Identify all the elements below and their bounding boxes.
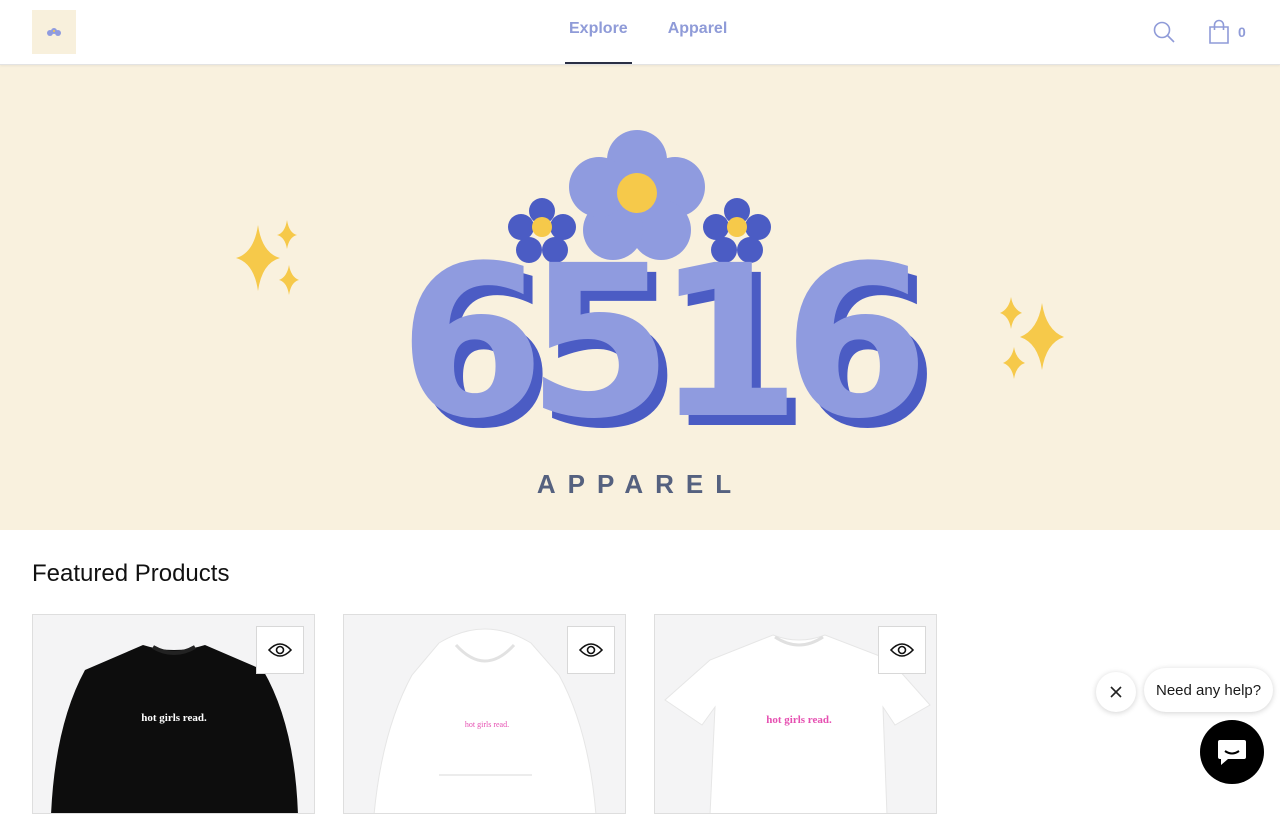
product-card[interactable]: hot girls read. <box>343 614 626 814</box>
site-header: Explore Apparel 0 <box>0 0 1280 65</box>
quick-view-button[interactable] <box>567 626 615 674</box>
shopping-bag-icon <box>1209 19 1229 44</box>
svg-text:6516: 6516 <box>399 220 918 465</box>
eye-icon <box>579 643 603 657</box>
cart-count: 0 <box>1238 24 1246 40</box>
search-button[interactable] <box>1152 20 1176 44</box>
chat-prompt[interactable]: Need any help? <box>1144 668 1274 712</box>
flower-logo-icon <box>47 28 61 36</box>
cart-button[interactable]: 0 <box>1208 18 1246 46</box>
eye-icon <box>890 643 914 657</box>
eye-icon <box>268 643 292 657</box>
quick-view-button[interactable] <box>256 626 304 674</box>
hero-banner: 6516 6516 APPAREL <box>0 65 1280 530</box>
chat-icon <box>1218 740 1246 765</box>
close-icon <box>1110 686 1122 698</box>
chat-close-button[interactable] <box>1096 672 1136 712</box>
quick-view-button[interactable] <box>878 626 926 674</box>
sparkle-left-icon <box>236 220 299 295</box>
svg-text:hot girls read.: hot girls read. <box>465 720 509 729</box>
logo[interactable] <box>32 10 76 54</box>
product-card[interactable]: hot girls read. <box>32 614 315 814</box>
svg-text:hot girls read.: hot girls read. <box>141 712 207 724</box>
nav-item-apparel[interactable]: Apparel <box>664 0 732 64</box>
product-card[interactable]: hot girls read. <box>654 614 937 814</box>
chat-launcher-button[interactable] <box>1200 720 1264 784</box>
sparkle-right-icon <box>1000 297 1064 379</box>
section-title: Featured Products <box>32 560 230 587</box>
svg-text:hot girls read.: hot girls read. <box>766 714 832 726</box>
brand-word: APPAREL <box>537 469 743 499</box>
nav-item-explore[interactable]: Explore <box>565 0 632 64</box>
brand-artwork: 6516 6516 APPAREL <box>236 130 1064 499</box>
main-nav: Explore Apparel <box>565 0 763 64</box>
search-icon <box>1153 21 1175 43</box>
brand-number-art: 6516 6516 <box>399 220 945 475</box>
